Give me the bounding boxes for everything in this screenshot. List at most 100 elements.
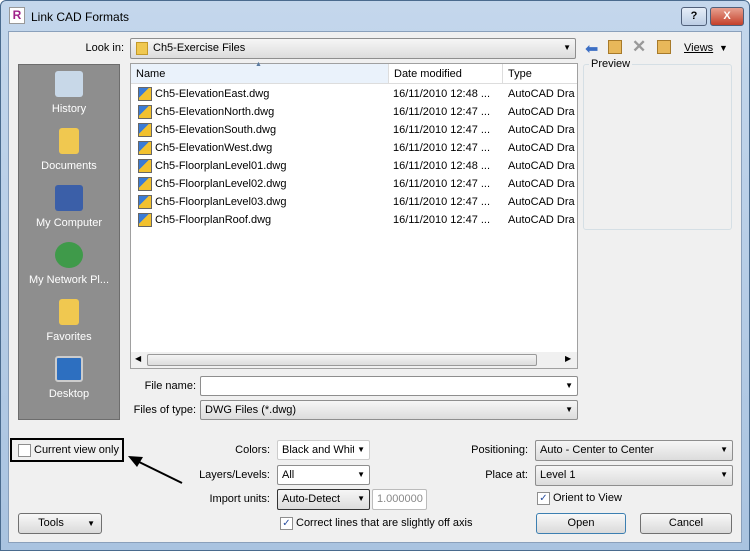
dwg-file-icon [138,141,152,155]
colors-select[interactable]: Black and White ▼ [277,440,370,460]
file-row[interactable]: Ch5-FloorplanLevel02.dwg 16/11/2010 12:4… [131,175,577,193]
views-chevron-icon[interactable]: ▼ [719,43,728,53]
file-type: AutoCAD Dra [508,142,575,154]
delete-icon[interactable]: ✕ [632,37,646,57]
annotation-arrow [128,456,183,484]
back-arrow-icon[interactable]: ⬅ [585,39,598,59]
place-documents[interactable]: Documents [19,122,119,179]
favorites-icon [59,299,79,325]
column-header-date[interactable]: Date modified [389,64,503,84]
places-bar: History Documents My Computer My Network… [18,64,120,420]
close-button[interactable]: X [710,7,744,26]
column-header-type[interactable]: Type [503,64,577,84]
place-my-computer[interactable]: My Computer [19,179,119,236]
import-units-value: Auto-Detect [282,493,341,505]
file-name: Ch5-ElevationNorth.dwg [155,106,275,118]
network-icon [55,242,83,268]
scroll-left-icon[interactable]: ◀ [135,354,141,363]
file-row[interactable]: Ch5-ElevationEast.dwg 16/11/2010 12:48 .… [131,85,577,103]
place-history[interactable]: History [19,65,119,122]
file-row[interactable]: Ch5-ElevationSouth.dwg 16/11/2010 12:47 … [131,121,577,139]
colors-value: Black and White [282,444,362,456]
horizontal-scrollbar[interactable]: ◀ ▶ [131,352,577,368]
up-folder-icon[interactable] [608,40,622,54]
open-button[interactable]: Open [536,513,626,534]
file-row[interactable]: Ch5-ElevationNorth.dwg 16/11/2010 12:47 … [131,103,577,121]
place-at-select[interactable]: Level 1 ▼ [535,465,733,486]
place-label: My Network Pl... [28,274,110,286]
place-network[interactable]: My Network Pl... [19,236,119,293]
correct-lines-checkbox[interactable]: ✓ [280,517,293,530]
desktop-icon [55,356,83,382]
file-name-input[interactable]: ▼ [200,376,578,396]
file-name: Ch5-FloorplanLevel03.dwg [155,196,287,208]
scrollbar-thumb[interactable] [147,354,537,366]
chevron-down-icon: ▼ [720,470,728,479]
file-type: AutoCAD Dra [508,214,575,226]
colors-label: Colors: [235,444,270,456]
chevron-down-icon: ▼ [720,445,728,454]
chevron-down-icon: ▼ [357,470,365,479]
file-type: AutoCAD Dra [508,178,575,190]
file-row[interactable]: Ch5-ElevationWest.dwg 16/11/2010 12:47 .… [131,139,577,157]
file-name: Ch5-ElevationSouth.dwg [155,124,277,136]
scale-factor-input[interactable]: 1.000000 [372,489,427,510]
chevron-down-icon[interactable]: ▼ [565,377,573,395]
place-desktop[interactable]: Desktop [19,350,119,407]
dwg-file-icon [138,177,152,191]
history-icon [55,71,83,97]
place-favorites[interactable]: Favorites [19,293,119,350]
place-label: Favorites [46,331,92,343]
layers-label: Layers/Levels: [199,469,270,481]
current-view-only-checkbox[interactable] [18,444,31,457]
file-list[interactable]: Name ▲ Date modified Type Ch5-ElevationE… [130,61,578,369]
revit-logo: R [9,7,25,24]
files-of-type-value: DWG Files (*.dwg) [205,404,297,416]
file-date: 16/11/2010 12:47 ... [393,196,491,208]
cancel-button[interactable]: Cancel [640,513,732,534]
look-in-value: Ch5-Exercise Files [153,42,246,54]
place-label: My Computer [35,217,103,229]
new-folder-icon[interactable] [657,40,671,54]
dwg-file-icon [138,213,152,227]
layers-select[interactable]: All ▼ [277,465,370,485]
file-date: 16/11/2010 12:47 ... [393,142,491,154]
dwg-file-icon [138,195,152,209]
chevron-down-icon: ▼ [87,519,95,528]
place-label: Documents [41,160,97,172]
orient-to-view-label: Orient to View [553,492,622,504]
file-name-label: File name: [144,380,196,392]
correct-lines-label: Correct lines that are slightly off axis [296,517,473,529]
preview-box [583,64,732,230]
files-of-type-label: Files of type: [133,404,196,416]
dwg-file-icon [138,123,152,137]
dwg-file-icon [138,87,152,101]
file-name: Ch5-ElevationEast.dwg [155,88,270,100]
chevron-down-icon: ▼ [563,43,571,52]
positioning-select[interactable]: Auto - Center to Center ▼ [535,440,733,461]
place-label: History [51,103,87,115]
file-type: AutoCAD Dra [508,160,575,172]
tools-button[interactable]: Tools ▼ [18,513,102,534]
orient-to-view-checkbox[interactable]: ✓ [537,492,550,505]
help-button[interactable]: ? [681,7,707,26]
import-units-select[interactable]: Auto-Detect ▼ [277,489,370,510]
chevron-down-icon: ▼ [354,441,365,459]
sort-ascending-icon: ▲ [255,61,262,68]
file-date: 16/11/2010 12:47 ... [393,124,491,136]
scroll-right-icon[interactable]: ▶ [565,354,571,363]
current-view-only-label: Current view only [34,444,119,456]
import-units-label: Import units: [209,493,270,505]
look-in-select[interactable]: Ch5-Exercise Files ▼ [130,38,576,59]
window-title: Link CAD Formats [31,10,130,24]
views-button[interactable]: Views [684,42,713,54]
file-name: Ch5-FloorplanRoof.dwg [155,214,272,226]
file-row[interactable]: Ch5-FloorplanLevel01.dwg 16/11/2010 12:4… [131,157,577,175]
files-of-type-select[interactable]: DWG Files (*.dwg) ▼ [200,400,578,420]
file-name: Ch5-FloorplanLevel01.dwg [155,160,287,172]
dwg-file-icon [138,105,152,119]
file-row[interactable]: Ch5-FloorplanLevel03.dwg 16/11/2010 12:4… [131,193,577,211]
file-type: AutoCAD Dra [508,196,575,208]
file-type: AutoCAD Dra [508,106,575,118]
file-row[interactable]: Ch5-FloorplanRoof.dwg 16/11/2010 12:47 .… [131,211,577,229]
